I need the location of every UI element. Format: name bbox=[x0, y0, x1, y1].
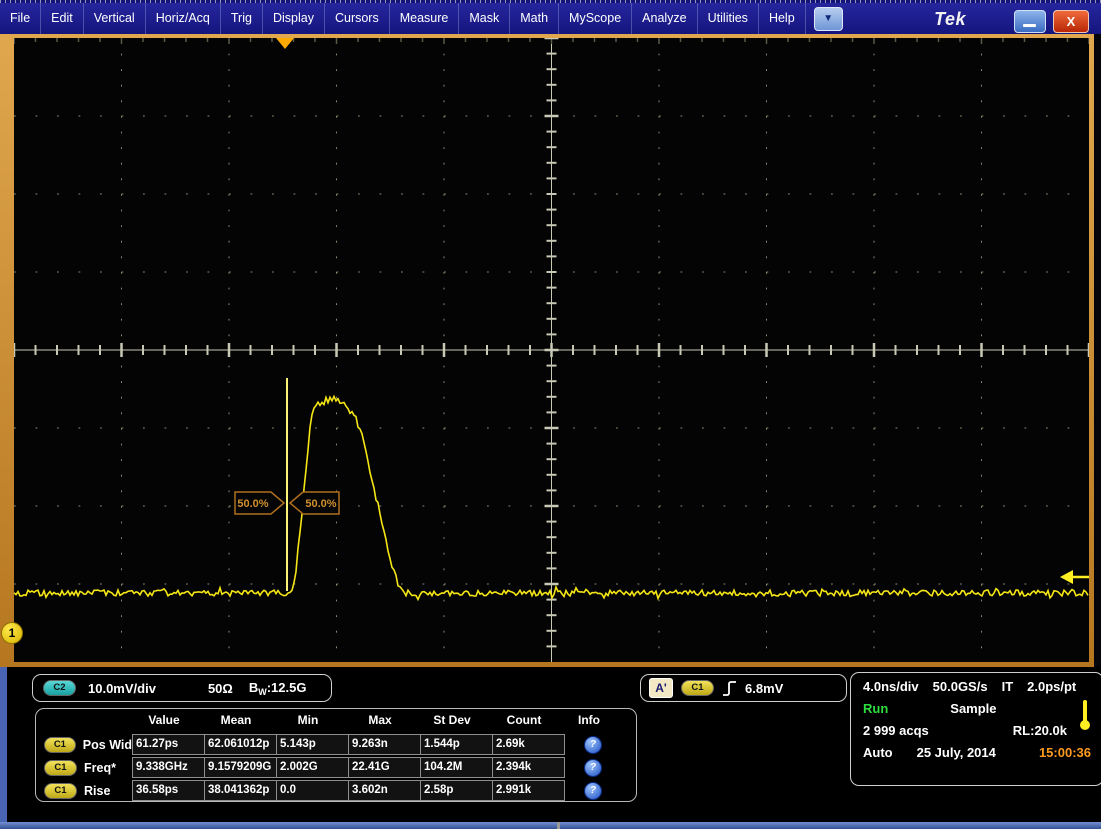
measurement-name: Pos Wid bbox=[83, 738, 132, 752]
measurement-cell: 2.394k bbox=[492, 757, 565, 778]
column-header-max: Max bbox=[344, 713, 416, 732]
measurement-cell: 5.143p bbox=[276, 734, 349, 755]
svg-text:50.0%: 50.0% bbox=[237, 498, 268, 510]
waveform-canvas[interactable]: 50.0% 50.0% bbox=[14, 38, 1089, 662]
measurement-table: ValueMeanMinMaxSt DevCountInfo C1 Pos Wid… bbox=[35, 708, 637, 802]
readout-panel: C2 10.0mV/div 50Ω BW:12.5G A' C1 6.8mV 4… bbox=[0, 667, 1101, 822]
menu-item-utilities[interactable]: Utilities bbox=[698, 3, 759, 34]
measurement-cell: 22.41G bbox=[348, 757, 421, 778]
measurement-header-row: ValueMeanMinMaxSt DevCountInfo bbox=[36, 713, 636, 732]
measurement-rows: C1 Pos Wid61.27ps62.061012p5.143p9.263n1.… bbox=[36, 734, 636, 801]
channel1-badge: C1 bbox=[44, 760, 77, 776]
measurement-name: Freq* bbox=[84, 761, 116, 775]
measurement-cell: 2.002G bbox=[276, 757, 349, 778]
window-bottom-border bbox=[0, 822, 1101, 829]
trigger-mode: Auto bbox=[863, 745, 893, 760]
menu-item-display[interactable]: Display bbox=[263, 3, 325, 34]
chevron-down-icon: ▼ bbox=[823, 13, 833, 24]
acquisition-mode: Sample bbox=[950, 701, 996, 716]
trigger-channel-badge: C1 bbox=[681, 680, 714, 696]
sample-rate: 50.0GS/s bbox=[933, 679, 988, 694]
resolution: 2.0ps/pt bbox=[1027, 679, 1076, 694]
menu-item-file[interactable]: File bbox=[0, 3, 41, 34]
trigger-level: 6.8mV bbox=[745, 681, 783, 696]
timebase: 4.0ns/div bbox=[863, 679, 919, 694]
bandwidth: BW:12.5G bbox=[249, 680, 307, 697]
info-icon[interactable]: ? bbox=[584, 782, 602, 800]
channel2-readout[interactable]: C2 10.0mV/div 50Ω BW:12.5G bbox=[32, 674, 332, 702]
column-header-info: Info bbox=[560, 713, 618, 732]
menu-item-myscope[interactable]: MyScope bbox=[559, 3, 632, 34]
run-status: Run bbox=[863, 701, 888, 716]
ref-level-tag-left[interactable]: 50.0% bbox=[235, 492, 284, 514]
channel1-marker[interactable]: 1 bbox=[1, 622, 23, 644]
menu-item-trig[interactable]: Trig bbox=[221, 3, 263, 34]
measurement-cell: 2.991k bbox=[492, 780, 565, 801]
measurement-cell: 2.69k bbox=[492, 734, 565, 755]
column-header-st-dev: St Dev bbox=[416, 713, 488, 732]
measurement-cell: 61.27ps bbox=[132, 734, 205, 755]
trigger-source-badge: A' bbox=[649, 678, 673, 698]
ref-level-tag-right[interactable]: 50.0% bbox=[290, 492, 339, 514]
close-button[interactable]: X bbox=[1053, 10, 1089, 33]
measurement-cell: 1.544p bbox=[420, 734, 493, 755]
info-icon[interactable]: ? bbox=[584, 736, 602, 754]
trigger-readout[interactable]: A' C1 6.8mV bbox=[640, 674, 847, 702]
measurement-name: Rise bbox=[84, 784, 110, 798]
measurement-cell: 38.041362p bbox=[204, 780, 277, 801]
column-header-value: Value bbox=[128, 713, 200, 732]
column-header-min: Min bbox=[272, 713, 344, 732]
measurement-row-freq-[interactable]: C1 Freq* 9.338GHz9.1579209G2.002G22.41G104… bbox=[40, 757, 632, 778]
column-header-count: Count bbox=[488, 713, 560, 732]
minimize-button[interactable] bbox=[1014, 10, 1046, 33]
graticule[interactable]: 50.0% 50.0% bbox=[14, 38, 1089, 662]
measurement-cell: 0.0 bbox=[276, 780, 349, 801]
measurement-cell: 3.602n bbox=[348, 780, 421, 801]
graticule-grid bbox=[14, 38, 1089, 662]
info-icon[interactable]: ? bbox=[584, 759, 602, 777]
measurement-cell: 36.58ps bbox=[132, 780, 205, 801]
menu-item-help[interactable]: Help bbox=[759, 3, 806, 34]
measurement-cell: 2.58p bbox=[420, 780, 493, 801]
trigger-level-arrow[interactable] bbox=[1060, 570, 1089, 584]
svg-text:50.0%: 50.0% bbox=[305, 498, 336, 510]
menu-item-horiz-acq[interactable]: Horiz/Acq bbox=[146, 3, 221, 34]
channel1-badge: C1 bbox=[44, 783, 77, 799]
horizontal-acquisition-readout: 4.0ns/div 50.0GS/s IT 2.0ps/pt Run Sampl… bbox=[850, 672, 1101, 786]
channel2-badge[interactable]: C2 bbox=[43, 680, 76, 696]
date: 25 July, 2014 bbox=[917, 745, 996, 760]
measurement-row-pos-wid[interactable]: C1 Pos Wid61.27ps62.061012p5.143p9.263n1.… bbox=[40, 734, 632, 755]
waveform-frame: 50.0% 50.0% 1 bbox=[0, 34, 1094, 667]
menu-overflow-button[interactable]: ▼ bbox=[814, 7, 843, 31]
measurement-cell: 104.2M bbox=[420, 757, 493, 778]
menu-item-mask[interactable]: Mask bbox=[459, 3, 510, 34]
rising-edge-icon bbox=[722, 680, 737, 697]
menu-item-edit[interactable]: Edit bbox=[41, 3, 84, 34]
vertical-scale: 10.0mV/div bbox=[88, 681, 156, 696]
menu-item-cursors[interactable]: Cursors bbox=[325, 3, 390, 34]
channel1-badge: C1 bbox=[44, 737, 76, 753]
menu-item-measure[interactable]: Measure bbox=[390, 3, 460, 34]
measurement-row-rise[interactable]: C1 Rise 36.58ps38.041362p0.03.602n2.58p2.9… bbox=[40, 780, 632, 801]
menu-item-analyze[interactable]: Analyze bbox=[632, 3, 697, 34]
termination: 50Ω bbox=[208, 681, 233, 696]
menu-items: FileEditVerticalHoriz/AcqTrigDisplayCurs… bbox=[0, 3, 806, 34]
acquisition-count: 2 999 acqs bbox=[863, 723, 929, 738]
interp-mode: IT bbox=[1002, 679, 1014, 694]
menu-bar: FileEditVerticalHoriz/AcqTrigDisplayCurs… bbox=[0, 3, 1101, 34]
record-length: RL:20.0k bbox=[1013, 723, 1067, 738]
measurement-cell: 9.263n bbox=[348, 734, 421, 755]
measurement-cell: 9.338GHz bbox=[132, 757, 205, 778]
menu-item-math[interactable]: Math bbox=[510, 3, 559, 34]
minimize-icon bbox=[1023, 24, 1036, 27]
column-header-mean: Mean bbox=[200, 713, 272, 732]
menu-item-vertical[interactable]: Vertical bbox=[84, 3, 146, 34]
tek-logo: Tek bbox=[934, 9, 966, 30]
window-border-notch bbox=[557, 822, 560, 829]
clock-time: 15:00:36 bbox=[1039, 745, 1091, 760]
measurement-cell: 9.1579209G bbox=[204, 757, 277, 778]
trigger-position-marker[interactable] bbox=[276, 38, 294, 49]
measurement-cell: 62.061012p bbox=[204, 734, 277, 755]
